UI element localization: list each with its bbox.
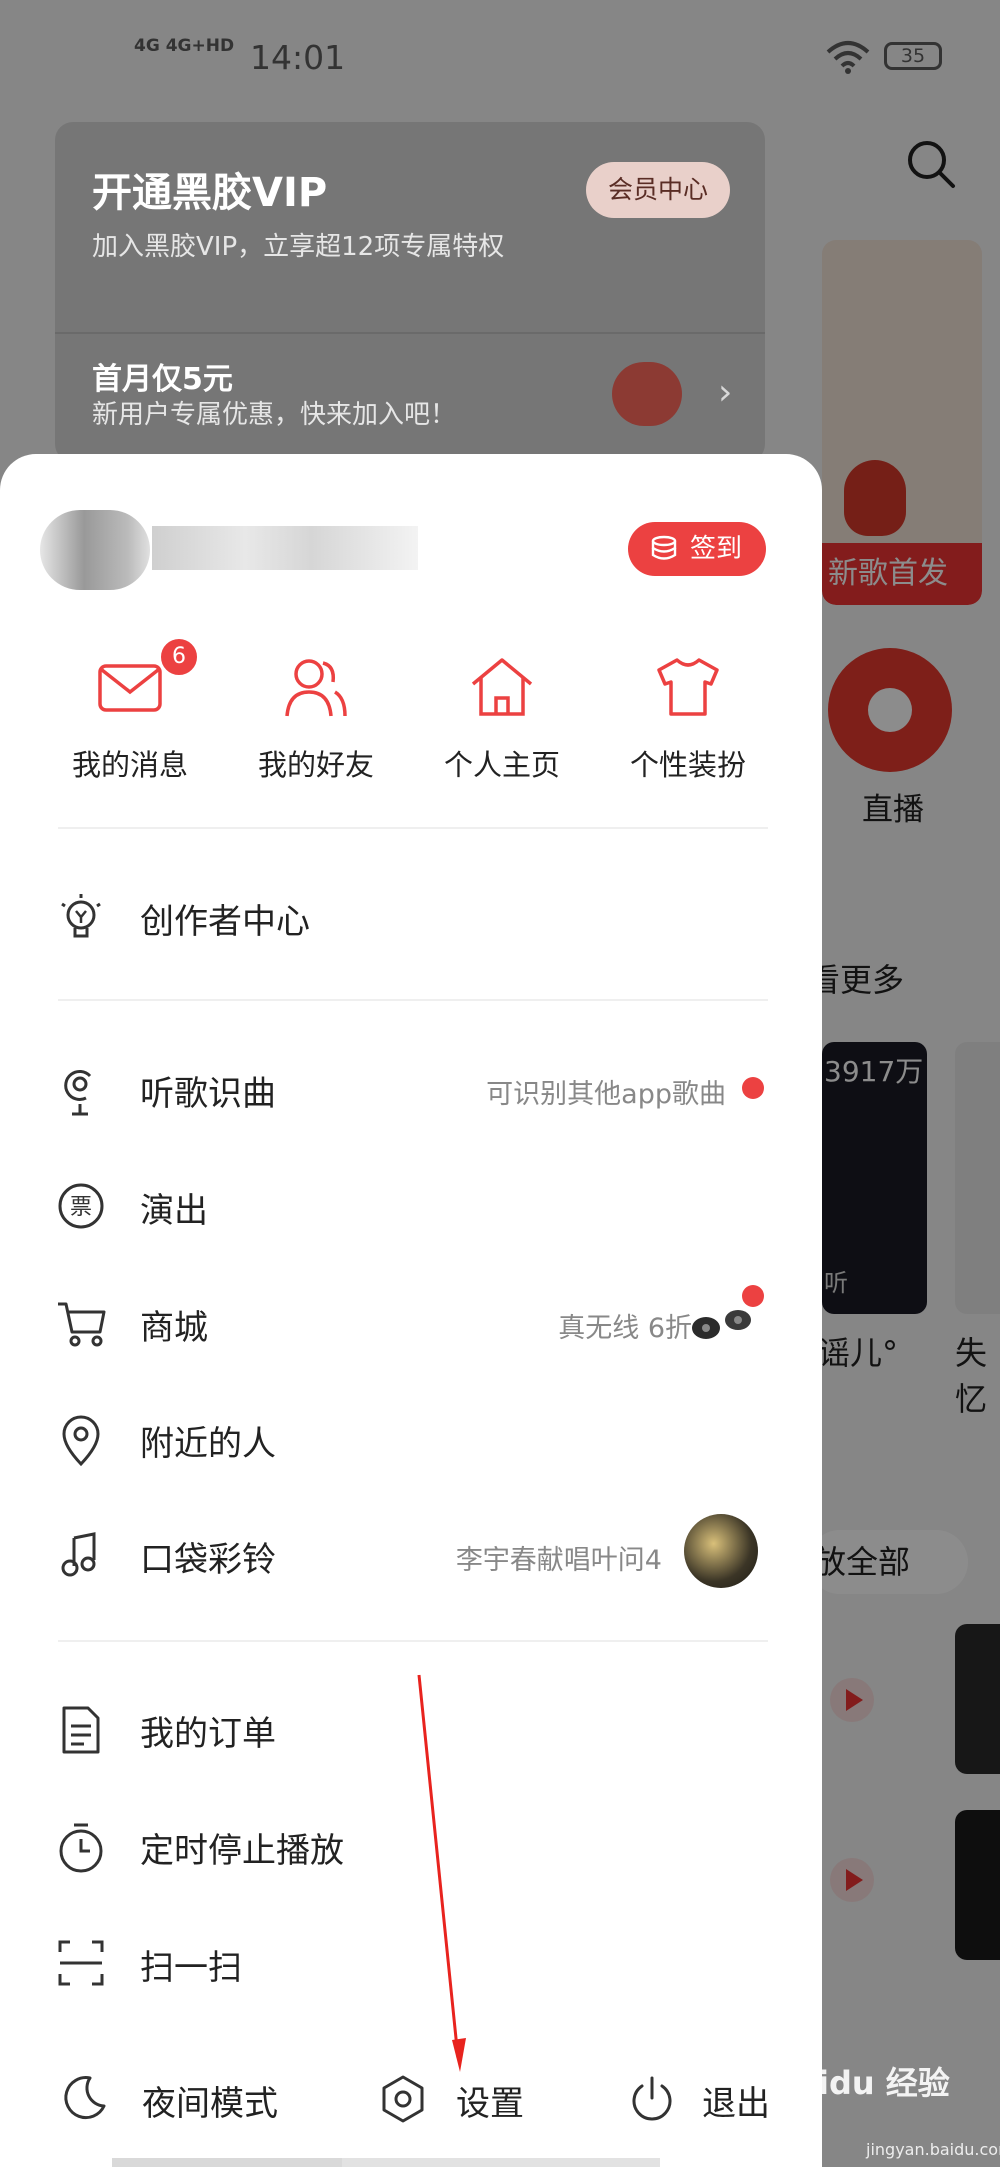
promo-subtitle: 新用户专属优惠，快来加入吧！ — [92, 400, 457, 430]
bottom-tab-bar — [112, 2158, 342, 2167]
settings-label: 设置 — [456, 2084, 524, 2124]
settings-button[interactable]: 设置 — [378, 2064, 578, 2134]
notification-dot — [742, 1077, 764, 1099]
quick-action-label: 我的好友 — [257, 748, 374, 782]
menu-item-label: 演出 — [140, 1191, 208, 1231]
menu-item-nearby[interactable]: 附近的人 — [0, 1398, 822, 1478]
menu-item-shows[interactable]: 票 演出 — [0, 1165, 822, 1245]
moon-icon — [60, 2074, 108, 2126]
status-time: 14:01 — [250, 38, 346, 77]
quick-action-decoration[interactable]: 个性装扮 — [594, 650, 782, 784]
earbuds-image — [686, 1300, 758, 1348]
divider — [58, 827, 768, 829]
scan-icon — [56, 1938, 104, 1986]
sign-in-label: 签到 — [690, 534, 743, 564]
unread-badge: 6 — [158, 636, 200, 678]
svg-text:票: 票 — [70, 1195, 92, 1220]
baidu-watermark: Baidu 经验 — [772, 2064, 950, 2102]
lightbulb-icon — [56, 892, 104, 940]
menu-item-label: 创作者中心 — [140, 902, 310, 942]
cart-icon — [56, 1298, 106, 1347]
menu-item-label: 口袋彩铃 — [140, 1540, 276, 1580]
menu-item-song-recognition[interactable]: 听歌识曲 可识别其他app歌曲 — [0, 1048, 822, 1128]
notification-dot — [742, 1285, 764, 1307]
wifi-icon — [826, 40, 870, 78]
menu-item-my-orders[interactable]: 我的订单 — [0, 1688, 822, 1768]
menu-item-hint: 可识别其他app歌曲 — [486, 1079, 726, 1110]
tshirt-icon — [594, 650, 782, 724]
avatar[interactable] — [40, 510, 150, 590]
promo-illustration — [612, 362, 682, 426]
divider — [55, 332, 765, 334]
chevron-right-icon[interactable]: › — [718, 372, 732, 413]
ticket-icon: 票 — [56, 1181, 104, 1229]
quick-action-label: 个性装扮 — [629, 748, 746, 782]
promo-title: 首月仅5元 — [92, 362, 233, 397]
artist-thumbnail — [684, 1514, 758, 1588]
menu-item-label: 听歌识曲 — [140, 1074, 276, 1114]
quick-action-messages[interactable]: 我的消息 — [36, 650, 224, 784]
ringtone-icon — [56, 1530, 104, 1578]
quick-action-label: 个人主页 — [443, 748, 560, 782]
network-indicator: 4G 4G+HD — [134, 36, 235, 56]
bottom-tab-bar — [342, 2158, 660, 2167]
quick-action-label: 我的消息 — [71, 748, 188, 782]
exit-label: 退出 — [702, 2084, 770, 2124]
menu-item-hint: 李宇春献唱叶问4 — [455, 1545, 662, 1576]
battery-icon: 35 — [884, 42, 942, 70]
menu-item-store[interactable]: 商城 真无线 6折 — [0, 1282, 822, 1362]
member-center-button[interactable]: 会员中心 — [586, 162, 730, 218]
menu-item-label: 扫一扫 — [140, 1948, 242, 1988]
night-mode-label: 夜间模式 — [142, 2084, 278, 2124]
menu-item-creator-center[interactable]: 创作者中心 — [0, 876, 822, 956]
location-pin-icon — [56, 1414, 104, 1467]
status-bar: 4G 4G+HD 14:01 35 — [0, 0, 1000, 110]
settings-hexagon-icon — [378, 2074, 428, 2128]
divider — [58, 999, 768, 1001]
menu-item-label: 定时停止播放 — [140, 1831, 344, 1871]
timer-icon — [56, 1821, 104, 1873]
friends-icon — [222, 650, 410, 724]
vip-subtitle: 加入黑胶VIP，立享超12项专属特权 — [92, 232, 505, 262]
menu-item-label: 我的订单 — [140, 1714, 276, 1754]
quick-action-friends[interactable]: 我的好友 — [222, 650, 410, 784]
menu-item-sleep-timer[interactable]: 定时停止播放 — [0, 1805, 822, 1885]
power-icon — [628, 2074, 676, 2128]
coins-icon — [651, 535, 677, 560]
menu-item-pocket-ringtone[interactable]: 口袋彩铃 李宇春献唱叶问4 — [0, 1514, 822, 1594]
microphone-icon — [56, 1064, 104, 1116]
quick-action-homepage[interactable]: 个人主页 — [408, 650, 596, 784]
menu-item-label: 商城 — [140, 1308, 208, 1348]
vip-title: 开通黑胶VIP — [92, 170, 328, 216]
menu-item-label: 附近的人 — [140, 1424, 276, 1464]
menu-item-scan[interactable]: 扫一扫 — [0, 1922, 822, 2002]
night-mode-button[interactable]: 夜间模式 — [60, 2064, 320, 2134]
order-icon — [56, 1704, 104, 1754]
divider — [58, 1640, 768, 1642]
baidu-watermark-url: jingyan.baidu.com — [866, 2140, 1000, 2159]
home-icon — [408, 650, 596, 724]
menu-item-hint: 真无线 6折 — [558, 1313, 692, 1344]
username-blurred[interactable] — [152, 526, 418, 570]
sign-in-button[interactable]: 签到 — [628, 522, 766, 576]
